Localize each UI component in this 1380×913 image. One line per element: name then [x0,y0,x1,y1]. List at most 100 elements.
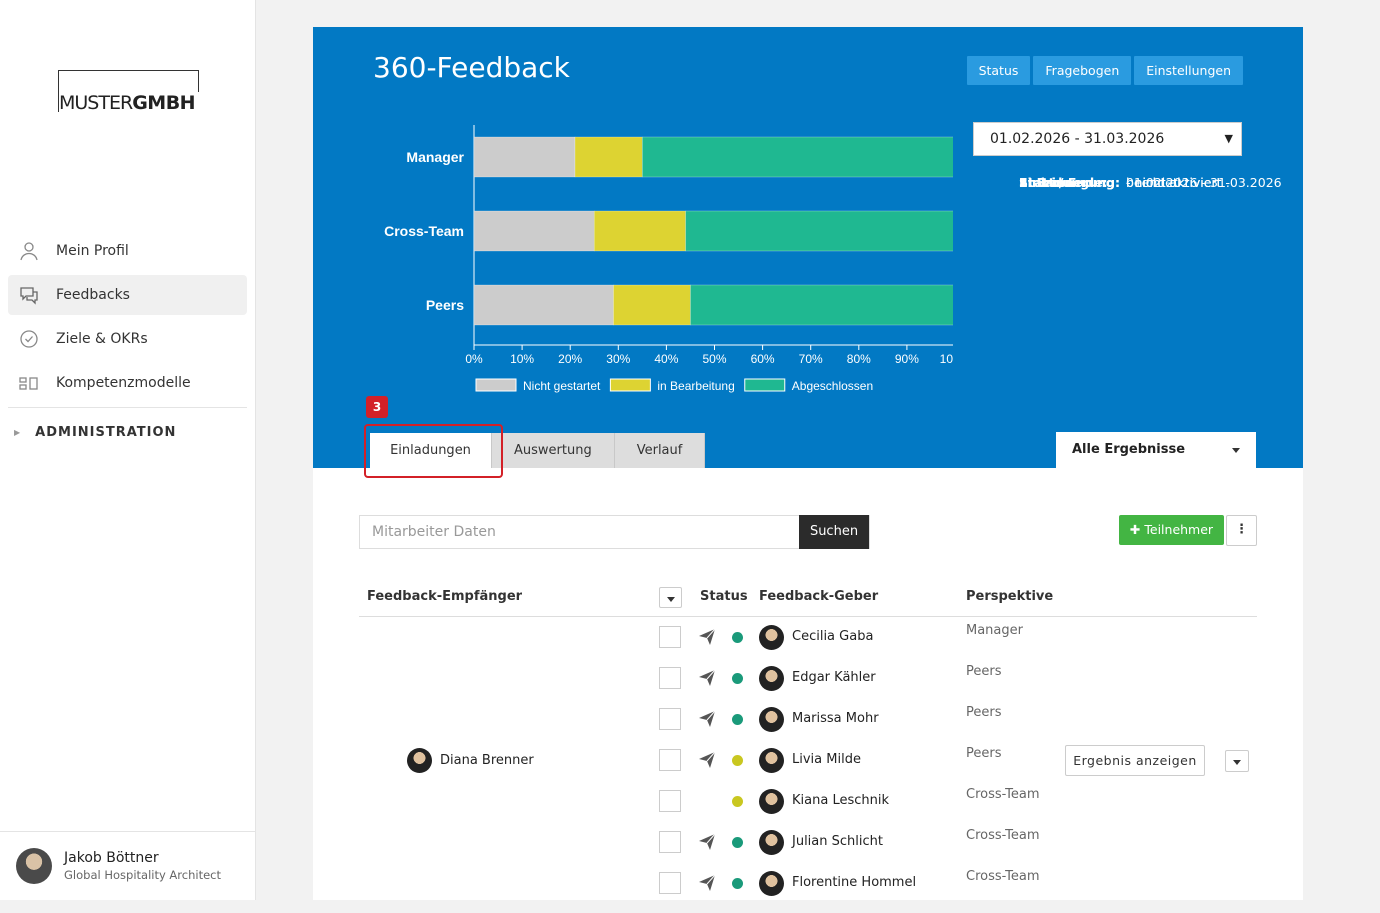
send-icon[interactable] [698,751,716,769]
results-filter-dropdown[interactable]: Alle Ergebnisse [1056,432,1256,468]
fragebogen-button[interactable]: Fragebogen [1033,56,1132,85]
giver-name: Edgar Kähler [792,670,876,685]
status-dot [732,673,743,684]
chart-bar-in-bearbeitung [613,284,691,326]
x-tick-label: 50% [702,352,726,366]
logo-text-gmbh: GMBH [132,92,196,114]
more-options-button[interactable]: ⋮ [1226,515,1257,546]
x-tick-label: 80% [847,352,871,366]
row-checkbox[interactable] [659,708,681,730]
status-dot [732,796,743,807]
sidebar-item-feedbacks[interactable]: Feedbacks [8,275,247,315]
giver-name: Florentine Hommel [792,875,917,890]
divider [8,407,247,408]
sidebar-nav: Mein Profil Feedbacks Ziele & OKRs Kompe… [8,231,247,452]
header-buttons: Status Fragebogen Einstellungen [966,56,1243,85]
row-checkbox[interactable] [659,872,681,894]
row-checkbox[interactable] [659,667,681,689]
grid-icon [19,377,38,390]
table-header: Feedback-Empfänger Status Feedback-Geber… [359,587,1257,617]
add-participant-button[interactable]: ✚ Teilnehmer [1119,515,1224,545]
caret-down-icon [667,597,675,602]
chevron-down-icon: ▼ [1224,132,1233,145]
check-circle-icon [20,330,38,348]
bulk-select-dropdown[interactable] [659,587,682,608]
plus-icon: ✚ [1129,522,1141,537]
table-row: Florentine Hommel Cross-Team [359,869,1257,913]
x-tick-label: 100% [940,352,953,366]
legend-label: Abgeschlossen [792,379,873,393]
recipient-name: Diana Brenner [440,753,534,768]
sidebar-item-label: Feedbacks [56,287,130,303]
result-options-dropdown[interactable] [1225,750,1249,772]
table-row: Edgar Kähler Peers [359,664,1257,708]
caret-down-icon [1232,448,1240,453]
giver-name: Livia Milde [792,752,861,767]
column-header-giver: Feedback-Geber [759,589,879,604]
x-tick-label: 40% [654,352,678,366]
feedback-recipient: Diana Brenner [407,748,534,773]
search-bar: Suchen [359,515,870,549]
add-participant-label: Teilnehmer [1144,522,1214,537]
x-tick-label: 30% [606,352,630,366]
giver-perspective: Cross-Team [966,869,1040,884]
highlight-box [364,424,503,478]
status-dot [732,632,743,643]
sidebar-item-mein-profil[interactable]: Mein Profil [8,231,247,271]
avatar [759,666,784,691]
table-row: Marissa Mohr Peers [359,705,1257,749]
send-icon[interactable] [698,669,716,687]
chart-bar-abgeschlossen [642,136,953,178]
filter-label: Alle Ergebnisse [1072,442,1186,457]
sidebar-item-kompetenzmodelle[interactable]: Kompetenzmodelle [8,363,247,403]
table-row: Cecilia Gaba Manager [359,623,1257,667]
period-select[interactable]: 01.02.2026 - 31.03.2026 ▼ [973,122,1242,156]
x-tick-label: 0% [465,352,483,366]
row-checkbox[interactable] [659,831,681,853]
search-input[interactable] [360,516,801,548]
legend-label: in Bearbeitung [657,379,734,393]
tab-auswertung[interactable]: Auswertung [492,433,615,468]
x-tick-label: 20% [558,352,582,366]
chart-bar-nicht-gestartet [473,210,595,252]
column-header-recipient: Feedback-Empfänger [367,589,523,604]
x-tick-label: 60% [751,352,775,366]
sidebar-item-label: Ziele & OKRs [56,331,148,347]
avatar [759,748,784,773]
search-button[interactable]: Suchen [799,515,869,549]
row-checkbox[interactable] [659,749,681,771]
giver-perspective: Peers [966,664,1002,679]
info-row-erinnerung-2: 2. Erinnerung: - nicht aktiviert - [1019,175,1380,199]
row-checkbox[interactable] [659,790,681,812]
sidebar: MUSTERGMBH Mein Profil Feedbacks Ziele &… [0,0,256,900]
send-icon[interactable] [698,874,716,892]
current-user[interactable]: Jakob Böttner Global Hospitality Archite… [0,831,255,900]
einstellungen-button[interactable]: Einstellungen [1134,56,1243,85]
page-title: 360-Feedback [373,51,570,84]
avatar [759,871,784,896]
send-icon[interactable] [698,710,716,728]
feedback-header: 360-Feedback Status Fragebogen Einstellu… [313,27,1303,478]
chart-category-label: Cross-Team [384,223,464,239]
sidebar-item-administration[interactable]: ▶ ADMINISTRATION [8,412,247,452]
sidebar-item-ziele-okrs[interactable]: Ziele & OKRs [8,319,247,359]
giver-perspective: Cross-Team [966,828,1040,843]
row-checkbox[interactable] [659,626,681,648]
giver-perspective: Cross-Team [966,787,1040,802]
company-logo[interactable]: MUSTERGMBH [58,70,200,114]
send-icon[interactable] [698,833,716,851]
legend-swatch [744,378,786,392]
avatar [407,748,432,773]
sidebar-item-label: Mein Profil [56,243,129,259]
avatar [759,830,784,855]
status-button[interactable]: Status [966,56,1031,85]
show-result-button[interactable]: Ergebnis anzeigen [1065,745,1205,776]
sidebar-item-label: ADMINISTRATION [35,424,177,440]
x-tick-label: 70% [799,352,823,366]
send-icon[interactable] [698,628,716,646]
tab-verlauf[interactable]: Verlauf [614,433,706,468]
legend-swatch [475,378,517,392]
giver-name: Kiana Leschnik [792,793,889,808]
status-dot [732,878,743,889]
user-role: Global Hospitality Architect [64,868,221,882]
